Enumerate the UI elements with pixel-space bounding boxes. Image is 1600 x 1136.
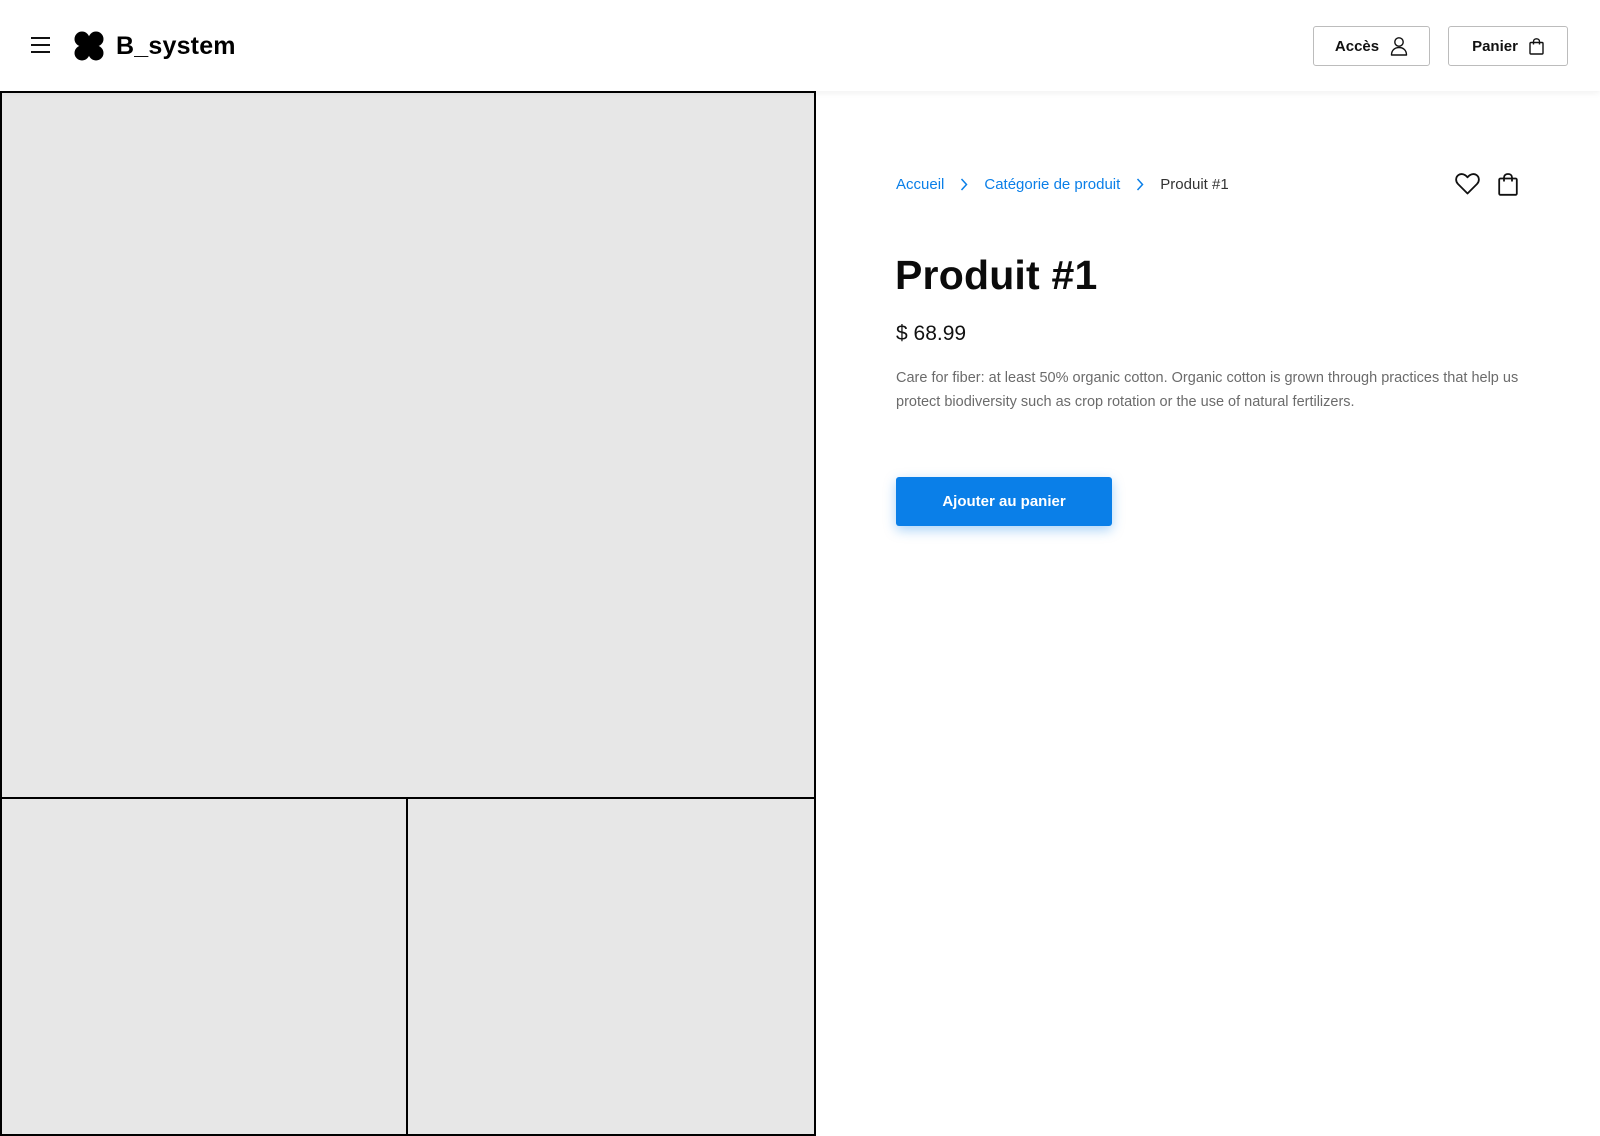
heart-icon	[1454, 173, 1480, 195]
brand-logo[interactable]: B_system	[74, 30, 236, 62]
product-image-thumb-2[interactable]	[406, 797, 816, 1136]
product-image-thumb-1[interactable]	[0, 797, 410, 1136]
shopping-bag-icon	[1529, 37, 1544, 55]
shopping-bag-icon	[1498, 172, 1518, 196]
breadcrumb-home-link[interactable]: Accueil	[896, 176, 944, 193]
cart-button[interactable]: Panier	[1448, 26, 1568, 66]
hamburger-menu-icon[interactable]	[31, 36, 51, 54]
chevron-right-icon	[961, 177, 968, 191]
cart-button-label: Panier	[1472, 37, 1518, 55]
breadcrumb: Accueil Catégorie de produit Produit #1	[896, 173, 1229, 195]
access-button-label: Accès	[1334, 37, 1380, 55]
user-icon	[1390, 37, 1408, 56]
site-header: B_system Accès Panier	[0, 0, 1600, 91]
breadcrumb-category-link[interactable]: Catégorie de produit	[984, 176, 1120, 193]
access-button[interactable]: Accès	[1313, 26, 1430, 66]
favorite-button[interactable]	[1453, 171, 1481, 197]
four-petal-logo-icon	[74, 31, 104, 61]
product-price: $ 68.99	[896, 322, 967, 345]
product-description: Care for fiber: at least 50% organic cot…	[896, 370, 1519, 410]
bag-button[interactable]	[1494, 171, 1522, 197]
product-image-main[interactable]	[0, 91, 816, 799]
chevron-right-icon	[1137, 177, 1144, 191]
brand-name: B_system	[116, 31, 236, 60]
add-to-cart-button[interactable]: Ajouter au panier	[896, 477, 1112, 526]
breadcrumb-current: Produit #1	[1160, 175, 1229, 193]
product-title: Produit #1	[895, 252, 1098, 298]
